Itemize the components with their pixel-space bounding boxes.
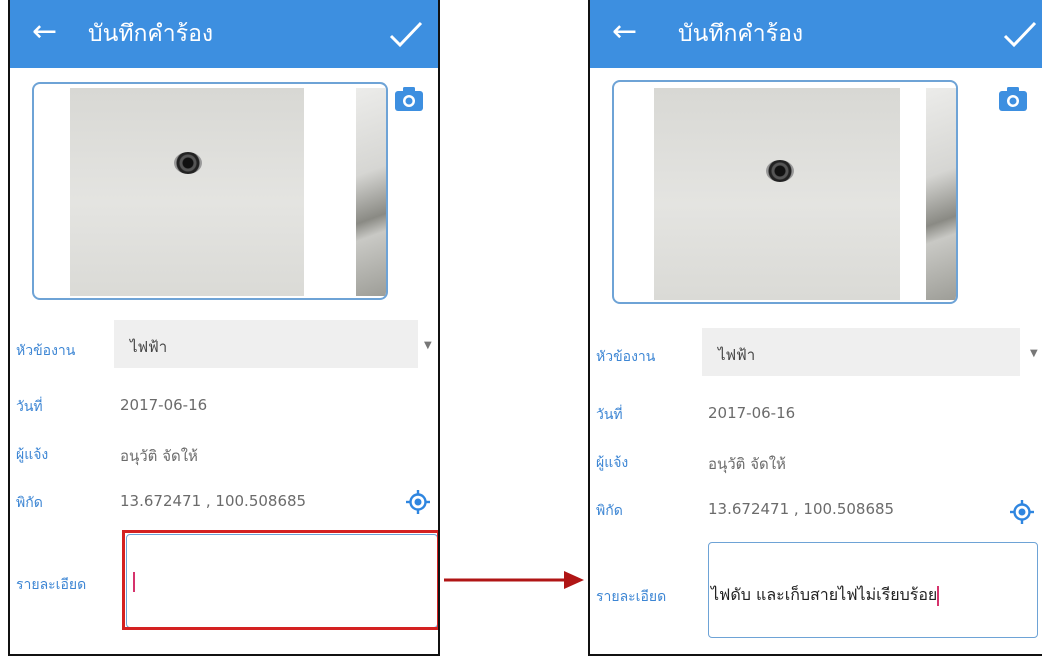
topic-value: ไฟฟ้า xyxy=(130,338,168,356)
camera-icon[interactable] xyxy=(998,86,1028,112)
light-fixture xyxy=(174,152,202,174)
detail-input[interactable]: ไฟดับ และเก็บสายไฟไม่เรียบร้อย xyxy=(708,542,1038,638)
second-photo[interactable] xyxy=(356,88,386,296)
detail-text-value: ไฟดับ และเก็บสายไฟไม่เรียบร้อย xyxy=(711,585,938,604)
date-label: วันที่ xyxy=(16,399,43,415)
app-bar: ← บันทึกคำร้อง xyxy=(590,0,1042,68)
topic-value: ไฟฟ้า xyxy=(718,346,756,364)
coordinates-label: พิกัด xyxy=(16,495,43,511)
reporter-value: อนุวัติ จัดให้ xyxy=(708,455,786,473)
second-photo[interactable] xyxy=(926,88,956,300)
dropdown-arrow-icon[interactable]: ▼ xyxy=(1030,348,1038,359)
camera-icon[interactable] xyxy=(394,86,424,112)
photo-gallery[interactable] xyxy=(32,82,388,300)
detail-text: ไฟดับ และเก็บสายไฟไม่เรียบร้อย xyxy=(711,583,940,608)
app-bar: ← บันทึกคำร้อง xyxy=(10,0,438,68)
text-caret xyxy=(937,585,940,606)
topic-select[interactable]: ไฟฟ้า xyxy=(702,328,1020,376)
topic-label: หัวข้องาน xyxy=(16,343,76,359)
detail-input[interactable] xyxy=(126,534,438,628)
phone-screen-after: ← บันทึกคำร้อง หัวข้องาน ไฟฟ้า ▼ วันที่ … xyxy=(588,0,1042,656)
reporter-label: ผู้แจ้ง xyxy=(596,455,629,471)
page-title: บันทึกคำร้อง xyxy=(88,21,214,47)
location-target-icon[interactable] xyxy=(406,490,430,514)
detail-label: รายละเอียด xyxy=(16,577,87,593)
photo-gallery[interactable] xyxy=(612,80,958,304)
phone-screen-before: ← บันทึกคำร้อง หัวข้องาน ไฟฟ้า ▼ วันที่ … xyxy=(8,0,440,656)
back-arrow-icon[interactable]: ← xyxy=(32,14,57,50)
reporter-label: ผู้แจ้ง xyxy=(16,447,49,463)
date-label: วันที่ xyxy=(596,407,623,423)
date-value: 2017-06-16 xyxy=(120,396,208,414)
coordinates-value: 13.672471 , 100.508685 xyxy=(120,492,307,510)
save-check-icon[interactable] xyxy=(388,20,424,50)
topic-select[interactable]: ไฟฟ้า xyxy=(114,320,418,368)
detail-text xyxy=(133,571,135,592)
ceiling-photo[interactable] xyxy=(70,88,304,296)
back-arrow-icon[interactable]: ← xyxy=(612,14,637,50)
coordinates-label: พิกัด xyxy=(596,503,623,519)
page-title: บันทึกคำร้อง xyxy=(678,21,804,47)
ceiling-photo[interactable] xyxy=(654,88,900,300)
reporter-value: อนุวัติ จัดให้ xyxy=(120,447,198,465)
topic-label: หัวข้องาน xyxy=(596,349,656,365)
dropdown-arrow-icon[interactable]: ▼ xyxy=(424,340,432,351)
location-target-icon[interactable] xyxy=(1010,500,1034,524)
light-fixture xyxy=(766,160,794,182)
save-check-icon[interactable] xyxy=(1002,20,1038,50)
coordinates-value: 13.672471 , 100.508685 xyxy=(708,500,895,518)
date-value: 2017-06-16 xyxy=(708,404,796,422)
detail-label: รายละเอียด xyxy=(596,589,667,605)
text-caret xyxy=(133,571,135,592)
transition-arrow xyxy=(444,571,584,589)
